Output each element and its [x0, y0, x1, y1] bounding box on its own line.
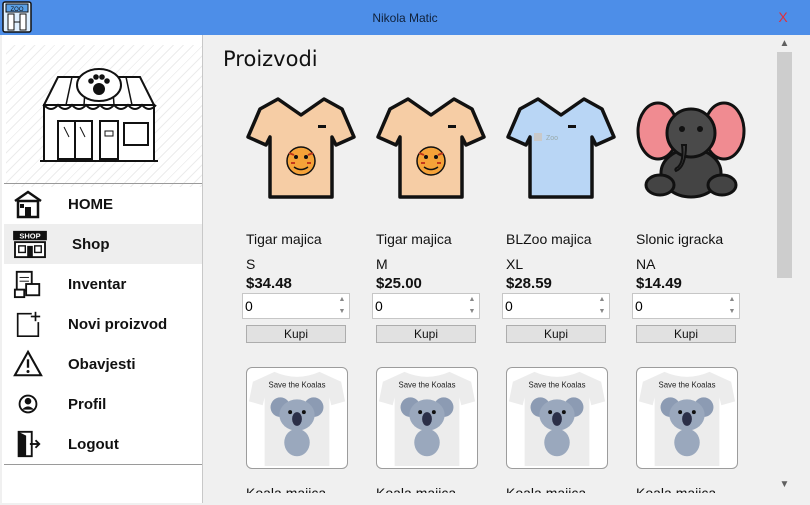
user-icon — [18, 394, 38, 414]
koala-shirt-image: Save the Koalas — [636, 367, 738, 469]
page-title: Proizvodi — [223, 47, 318, 71]
sidebar-item-profil[interactable]: Profil — [4, 384, 202, 424]
svg-text:Save the Koalas: Save the Koalas — [268, 381, 325, 390]
shop-building-icon — [40, 68, 158, 162]
close-button[interactable]: X — [774, 8, 792, 26]
product-name: BLZoo majica — [506, 231, 592, 247]
tiger-shirt-image — [246, 97, 356, 199]
spin-up-icon[interactable]: ▲ — [595, 294, 609, 306]
product-name: Koala majica — [636, 485, 717, 493]
product-panel: Proizvodi Tigar majica S $34.48 ▲▼ Kupi — [212, 35, 772, 493]
sidebar-item-home[interactable]: HOME — [4, 184, 202, 224]
svg-text:Save the Koalas: Save the Koalas — [398, 381, 455, 390]
quantity-input[interactable] — [505, 297, 589, 315]
product-size: M — [376, 256, 388, 272]
home-icon — [14, 190, 42, 219]
svg-text:Save the Koalas: Save the Koalas — [658, 381, 715, 390]
product-price: $25.00 — [376, 275, 422, 292]
sidebar-item-label: Novi proizvod — [68, 316, 168, 333]
window-body: HOME SHOP Shop Inventar Novi proizvod Ob… — [0, 35, 810, 505]
sidebar-item-label: Shop — [72, 236, 110, 253]
spin-up-icon[interactable]: ▲ — [465, 294, 479, 306]
quantity-input[interactable] — [245, 297, 329, 315]
quantity-stepper[interactable]: ▲▼ — [632, 293, 740, 319]
product-name: Tigar majica — [246, 231, 322, 247]
product-size: NA — [636, 256, 656, 272]
shop-icon: SHOP — [13, 230, 47, 259]
product-name: Koala majica — [246, 485, 327, 493]
sidebar-nav: HOME SHOP Shop Inventar Novi proizvod Ob… — [4, 183, 202, 465]
scroll-thumb[interactable] — [777, 52, 792, 278]
sidebar-item-obavjesti[interactable]: Obavjesti — [4, 344, 202, 384]
spin-up-icon[interactable]: ▲ — [335, 294, 349, 306]
spin-down-icon[interactable]: ▼ — [335, 306, 349, 318]
buy-button[interactable]: Kupi — [246, 325, 346, 343]
product-size: S — [246, 256, 256, 272]
window-title: Nikola Matic — [372, 11, 438, 25]
shop-logo — [6, 45, 202, 187]
title-bar: ZOO Nikola Matic X — [0, 0, 810, 35]
spin-down-icon[interactable]: ▼ — [465, 306, 479, 318]
vertical-scrollbar[interactable]: ▲ ▼ — [776, 35, 793, 493]
elephant-toy-image — [636, 101, 746, 199]
product-name: Slonic igracka — [636, 231, 724, 247]
product-name: Koala majica — [506, 485, 587, 493]
svg-text:Zoo: Zoo — [546, 135, 558, 142]
zoo-shirt-image: Zoo — [506, 97, 616, 199]
product-price: $14.49 — [636, 275, 682, 292]
tiger-shirt-image — [376, 97, 486, 199]
svg-text:SHOP: SHOP — [19, 231, 40, 240]
koala-shirt-image: Save the Koalas — [246, 367, 348, 469]
sidebar: HOME SHOP Shop Inventar Novi proizvod Ob… — [2, 35, 203, 503]
logout-icon — [17, 430, 41, 458]
product-name: Tigar majica — [376, 231, 452, 247]
add-product-icon — [16, 311, 41, 338]
svg-text:Save the Koalas: Save the Koalas — [528, 381, 585, 390]
product-price: $28.59 — [506, 275, 552, 292]
sidebar-item-novi-proizvod[interactable]: Novi proizvod — [4, 304, 202, 344]
scroll-down-icon[interactable]: ▼ — [776, 476, 793, 493]
koala-shirt-image: Save the Koalas — [506, 367, 608, 469]
quantity-input[interactable] — [635, 297, 719, 315]
product-name: Koala majica — [376, 485, 457, 493]
buy-button[interactable]: Kupi — [636, 325, 736, 343]
quantity-stepper[interactable]: ▲▼ — [502, 293, 610, 319]
sidebar-item-label: Inventar — [68, 276, 127, 293]
spin-down-icon[interactable]: ▼ — [725, 306, 739, 318]
scroll-up-icon[interactable]: ▲ — [776, 35, 793, 52]
quantity-stepper[interactable]: ▲▼ — [242, 293, 350, 319]
sidebar-item-label: Profil — [68, 396, 107, 413]
buy-button[interactable]: Kupi — [506, 325, 606, 343]
quantity-input[interactable] — [375, 297, 459, 315]
sidebar-item-logout[interactable]: Logout — [4, 424, 202, 464]
spin-up-icon[interactable]: ▲ — [725, 294, 739, 306]
buy-button[interactable]: Kupi — [376, 325, 476, 343]
sidebar-item-label: HOME — [68, 196, 113, 213]
koala-shirt-image: Save the Koalas — [376, 367, 478, 469]
warning-icon — [13, 349, 43, 377]
product-price: $34.48 — [246, 275, 292, 292]
inventory-icon — [13, 270, 41, 299]
sidebar-item-label: Obavjesti — [68, 356, 136, 373]
quantity-stepper[interactable]: ▲▼ — [372, 293, 480, 319]
product-size: XL — [506, 256, 524, 272]
sidebar-item-inventar[interactable]: Inventar — [4, 264, 202, 304]
sidebar-item-label: Logout — [68, 436, 119, 453]
spin-down-icon[interactable]: ▼ — [595, 306, 609, 318]
sidebar-item-shop[interactable]: SHOP Shop — [4, 224, 202, 264]
